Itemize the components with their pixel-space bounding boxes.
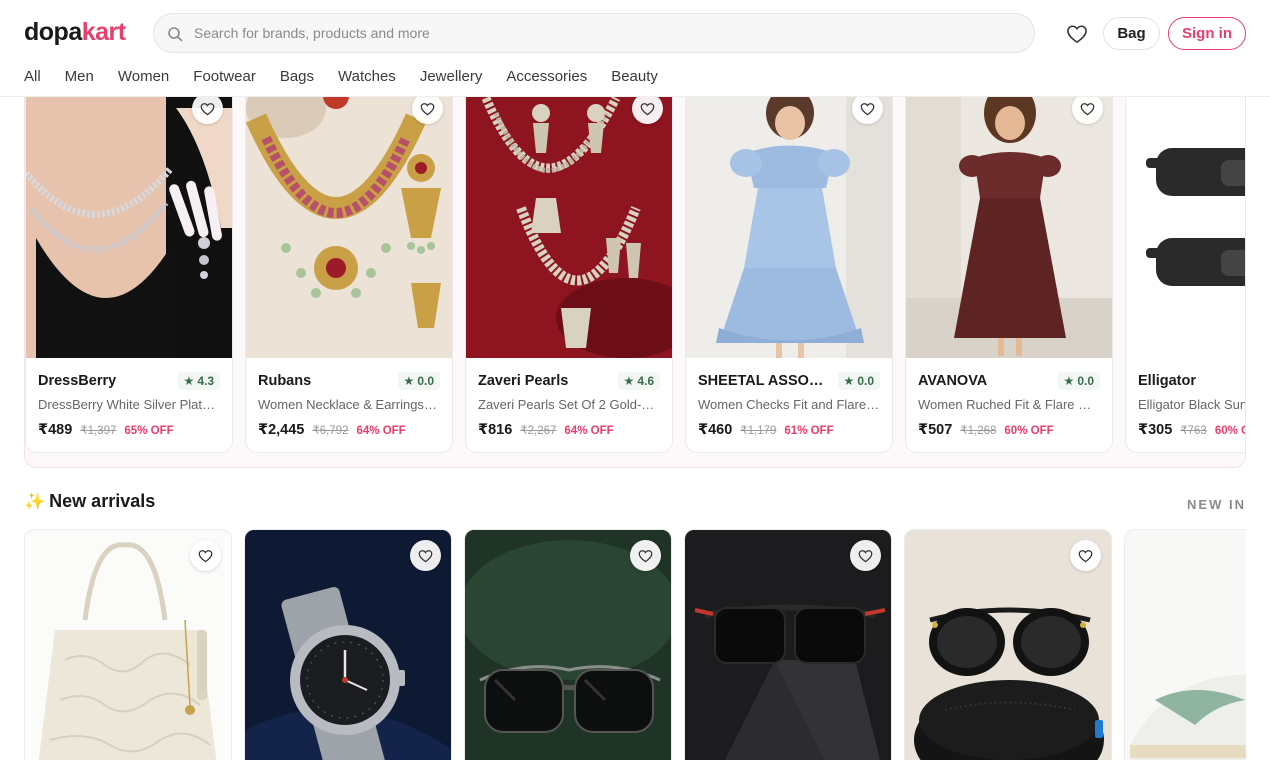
product-discount: 60% OFF [1004,425,1054,437]
rating-value: 0.0 [1077,374,1094,388]
product-name: DressBerry White Silver Plated Layered N… [38,397,220,412]
category-women[interactable]: Women [118,68,169,85]
product-rating: ★ 0.0 [837,372,880,390]
product-mrp: ₹2,267 [520,425,557,437]
product-name: Elligator Black Sunglasses [1138,397,1245,412]
category-nav: All Men Women Footwear Bags Watches Jewe… [24,68,658,85]
product-price: ₹2,445 [258,422,305,438]
add-to-wishlist-heart-icon[interactable] [850,540,881,571]
arrival-card[interactable] [1124,529,1246,760]
product-card[interactable]: Zaveri Pearls ★ 4.6 Zaveri Pearls Set Of … [465,67,673,453]
product-brand: Zaveri Pearls [478,373,569,389]
arrival-card[interactable] [684,529,892,760]
product-price: ₹489 [38,422,73,438]
site-logo[interactable]: dopakart [24,18,126,47]
category-beauty[interactable]: Beauty [611,68,658,85]
product-mrp: ₹1,397 [80,425,117,437]
arrival-card[interactable] [24,529,232,760]
category-jewellery[interactable]: Jewellery [420,68,483,85]
product-brand: AVANOVA [918,373,988,389]
product-card[interactable]: AVANOVA ★ 0.0 Women Ruched Fit & Flare Dr… [905,67,1113,453]
product-discount: 64% OFF [564,425,614,437]
sign-in-button[interactable]: Sign in [1168,17,1246,50]
rating-value: 0.0 [417,374,434,388]
product-rating: ★ 0.0 [1057,372,1100,390]
logo-text-accent: kart [81,18,126,46]
bag-button[interactable]: Bag [1103,17,1160,50]
product-mrp: ₹6,792 [312,425,349,437]
deals-carousel[interactable]: DressBerry ★ 4.3 DressBerry White Silver … [24,66,1246,468]
new-in-label[interactable]: NEW IN [1187,497,1246,512]
add-to-wishlist-heart-icon[interactable] [192,93,223,124]
add-to-wishlist-heart-icon[interactable] [412,93,443,124]
top-navigation-bar: dopakart Bag Sign in All Men Women Footw… [0,0,1270,97]
product-name: Women Checks Fit and Flare Dress [698,397,880,412]
rating-value: 4.6 [637,374,654,388]
star-icon: ★ [183,374,195,388]
search-icon [168,27,183,42]
product-mrp: ₹763 [1180,425,1207,437]
product-price: ₹507 [918,422,953,438]
product-mrp: ₹1,179 [740,425,777,437]
product-card[interactable]: Elligator Elligator Black Sunglasses ₹30… [1125,67,1245,453]
category-accessories[interactable]: Accessories [506,68,587,85]
wishlist-heart-icon[interactable] [1063,20,1091,48]
category-footwear[interactable]: Footwear [193,68,256,85]
add-to-wishlist-heart-icon[interactable] [630,540,661,571]
rating-value: 4.3 [197,374,214,388]
product-discount: 60% OFF [1214,425,1245,437]
product-rating: ★ 0.0 [397,372,440,390]
product-card[interactable]: SHEETAL ASSOCIATES ★0.0 Women Checks Fit… [685,67,893,453]
search-bar[interactable] [153,13,1035,53]
product-image [1126,68,1245,358]
product-card[interactable]: DressBerry ★ 4.3 DressBerry White Silver … [25,67,233,453]
product-rating: ★ 4.3 [177,372,220,390]
star-icon: ★ [843,374,855,388]
add-to-wishlist-heart-icon[interactable] [632,93,663,124]
arrival-card[interactable] [464,529,672,760]
new-arrivals-title: New arrivals [49,491,156,511]
category-men[interactable]: Men [65,68,94,85]
star-icon: ★ [623,374,635,388]
star-icon: ★ [403,374,415,388]
product-discount: 64% OFF [356,425,406,437]
search-input[interactable] [194,14,1014,52]
add-to-wishlist-heart-icon[interactable] [190,540,221,571]
category-all[interactable]: All [24,68,41,85]
arrival-card[interactable] [244,529,452,760]
product-brand: Rubans [258,373,312,389]
product-name: Zaveri Pearls Set Of 2 Gold-Toned Neckla… [478,397,660,412]
product-price: ₹460 [698,422,733,438]
product-mrp: ₹1,268 [960,425,997,437]
product-price: ₹305 [1138,422,1173,438]
product-name: Women Ruched Fit & Flare Dress [918,397,1100,412]
product-brand: SHEETAL ASSOCIATES [698,373,828,389]
arrival-card[interactable] [904,529,1112,760]
product-name: Women Necklace & Earrings Set [258,397,440,412]
add-to-wishlist-heart-icon[interactable] [1072,93,1103,124]
product-brand: DressBerry [38,373,117,389]
add-to-wishlist-heart-icon[interactable] [1070,540,1101,571]
new-arrivals-heading: ✨ New arrivals [24,491,155,512]
product-discount: 61% OFF [784,425,834,437]
add-to-wishlist-heart-icon[interactable] [852,93,883,124]
category-bags[interactable]: Bags [280,68,314,85]
product-discount: 65% OFF [124,425,174,437]
deals-track: DressBerry ★ 4.3 DressBerry White Silver … [25,67,1245,467]
product-rating: ★ 4.6 [617,372,660,390]
logo-text-primary: dopa [24,18,82,46]
product-brand: Elligator [1138,373,1197,389]
rating-value: 0.0 [857,374,874,388]
star-icon: ★ [1063,374,1075,388]
product-image [1125,530,1246,760]
sparkles-icon: ✨ [24,491,46,511]
product-price: ₹816 [478,422,513,438]
add-to-wishlist-heart-icon[interactable] [410,540,441,571]
category-watches[interactable]: Watches [338,68,396,85]
new-arrivals-carousel[interactable] [24,529,1246,760]
product-card[interactable]: Rubans ★ 0.0 Women Necklace & Earrings Se… [245,67,453,453]
